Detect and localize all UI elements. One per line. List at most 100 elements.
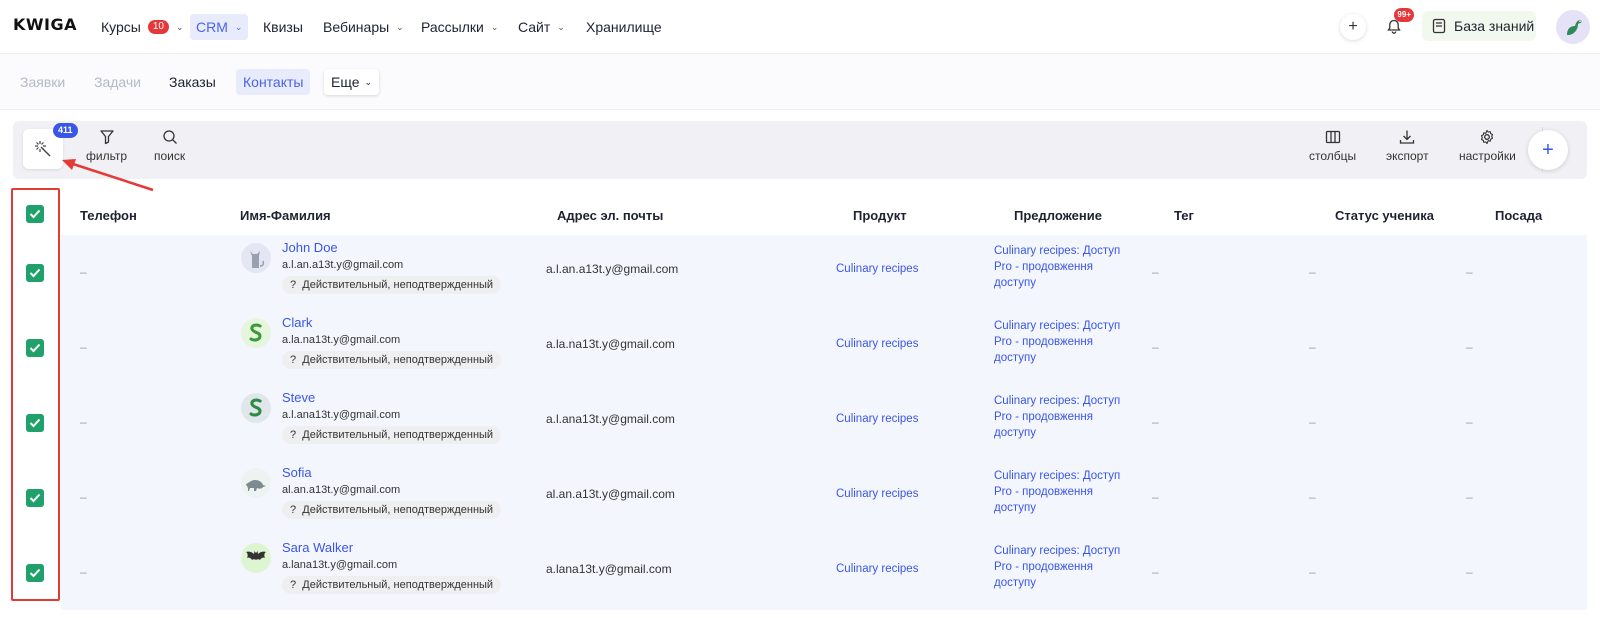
check-icon: [29, 493, 41, 503]
column-header-product[interactable]: Продукт: [853, 208, 907, 223]
column-header-student-status[interactable]: Статус ученика: [1335, 208, 1434, 223]
tag-cell: –: [1152, 415, 1159, 429]
offer-line: доступу: [994, 577, 1036, 589]
tag-cell: –: [1152, 265, 1159, 279]
product-link[interactable]: Culinary recipes: [836, 561, 918, 577]
nav-item-quizzes[interactable]: Квизы: [263, 14, 303, 40]
check-icon: [29, 418, 41, 428]
nav-item-storage[interactable]: Хранилище: [586, 14, 662, 40]
columns-button[interactable]: столбцы: [1309, 129, 1356, 163]
question-icon: ?: [290, 279, 297, 291]
chevron-down-icon: ⌄: [234, 22, 243, 32]
notifications-badge: 99+: [1394, 8, 1414, 22]
question-icon: ?: [290, 354, 297, 366]
nav-item-courses[interactable]: Курсы 10 ⌄: [101, 14, 184, 40]
row-checkbox[interactable]: [26, 264, 44, 282]
cat-icon: [250, 251, 265, 268]
gear-icon: [1481, 129, 1494, 145]
table-row[interactable]: – Steve a.l.ana13t.y@gmail.com ? Действи…: [61, 385, 1587, 460]
avatar: [241, 468, 271, 498]
email-status-badge: ? Действительный, неподтвержденный: [282, 276, 502, 294]
table-row[interactable]: – Sofia al.an.a13t.y@gmail.com ? Действи…: [61, 460, 1587, 535]
row-checkbox[interactable]: [26, 564, 44, 582]
nav-item-webinars[interactable]: Вебинары ⌄: [323, 14, 404, 40]
student-status-cell: –: [1309, 265, 1316, 279]
column-header-offer[interactable]: Предложение: [1014, 208, 1102, 223]
phone-cell: –: [80, 490, 87, 504]
row-checkbox[interactable]: [26, 489, 44, 507]
position-cell: –: [1466, 415, 1473, 429]
email-status-label: Действительный, неподтвержденный: [302, 279, 494, 291]
table-row[interactable]: – Clark a.la.na13t.y@gmail.com ? Действи…: [61, 310, 1587, 385]
offer-line: Culinary recipes: Доступ: [994, 470, 1121, 482]
logo[interactable]: KWIGA: [13, 15, 77, 34]
offer-line: Culinary recipes: Доступ: [994, 320, 1121, 332]
nav-item-site[interactable]: Сайт ⌄: [518, 14, 565, 40]
filter-button[interactable]: фильтр: [86, 129, 127, 163]
check-icon: [29, 343, 41, 353]
more-dropdown[interactable]: Еще ⌄: [324, 69, 380, 95]
product-link[interactable]: Culinary recipes: [836, 411, 918, 427]
row-checkbox[interactable]: [26, 339, 44, 357]
settings-button[interactable]: настройки: [1459, 129, 1516, 163]
contact-sub-email: a.l.ana13t.y@gmail.com: [282, 409, 401, 421]
phone-cell: –: [80, 340, 87, 354]
table-row[interactable]: – John Doe a.l.an.a13t.y@gmail.com ? Дей…: [61, 235, 1587, 310]
check-icon: [29, 568, 41, 578]
select-all-checkbox[interactable]: [26, 205, 44, 223]
product-link[interactable]: Culinary recipes: [836, 486, 918, 502]
column-header-tag[interactable]: Тег: [1174, 208, 1194, 223]
offer-line: Culinary recipes: Доступ: [994, 245, 1121, 257]
notifications-button[interactable]: 99+: [1381, 8, 1414, 40]
product-link[interactable]: Culinary recipes: [836, 261, 918, 277]
column-header-email[interactable]: Адрес эл. почты: [557, 208, 663, 223]
columns-label: столбцы: [1309, 149, 1357, 163]
question-icon: ?: [290, 429, 297, 441]
product-link[interactable]: Culinary recipes: [836, 336, 918, 352]
table-row[interactable]: – Sara Walker a.lana13t.y@gmail.com ? Де…: [61, 535, 1587, 610]
top-navigation: KWIGA Курсы 10 ⌄ CRM ⌄ Квизы Вебинары ⌄ …: [0, 0, 1600, 54]
contact-sub-email: a.la.na13t.y@gmail.com: [282, 334, 401, 346]
tab-orders[interactable]: Заказы: [162, 69, 223, 95]
contact-sub-email: al.an.a13t.y@gmail.com: [282, 484, 401, 496]
row-checkbox[interactable]: [26, 414, 44, 432]
export-button[interactable]: экспорт: [1386, 129, 1429, 163]
column-header-name[interactable]: Имя-Фамилия: [240, 208, 331, 223]
nav-item-label: Вебинары: [323, 19, 390, 35]
column-header-phone[interactable]: Телефон: [80, 208, 137, 223]
email-status-label: Действительный, неподтвержденный: [302, 579, 494, 591]
contact-name-link[interactable]: Sofia: [282, 465, 312, 480]
offer-line: Pro - продовження: [994, 486, 1093, 498]
position-cell: –: [1466, 565, 1473, 579]
offer-line: Culinary recipes: Доступ: [994, 545, 1121, 557]
add-contact-button[interactable]: +: [1528, 130, 1568, 170]
tab-contacts[interactable]: Контакты: [236, 69, 311, 95]
add-new-button[interactable]: +: [1340, 14, 1366, 40]
offer-line: Pro - продовження: [994, 261, 1093, 273]
nav-item-label: Курсы: [101, 19, 141, 35]
offer-link[interactable]: Culinary recipes: Доступ Pro - продовжен…: [994, 468, 1120, 516]
offer-link[interactable]: Culinary recipes: Доступ Pro - продовжен…: [994, 243, 1120, 291]
offer-link[interactable]: Culinary recipes: Доступ Pro - продовжен…: [994, 393, 1120, 441]
contact-name-link[interactable]: Sara Walker: [282, 540, 353, 555]
search-button[interactable]: поиск: [154, 129, 185, 163]
nav-item-crm[interactable]: CRM ⌄: [190, 14, 249, 40]
user-avatar[interactable]: [1556, 10, 1590, 44]
tab-tasks[interactable]: Задачи: [87, 69, 148, 95]
dinosaur-icon: [1567, 20, 1582, 35]
tab-requests[interactable]: Заявки: [13, 69, 72, 95]
contact-name-link[interactable]: Steve: [282, 390, 315, 405]
filter-label: фильтр: [86, 149, 128, 163]
email-cell: al.an.a13t.y@gmail.com: [546, 487, 675, 501]
magic-wand-icon: [35, 141, 51, 157]
nav-item-mailings[interactable]: Рассылки ⌄: [421, 14, 498, 40]
column-header-position[interactable]: Посада: [1495, 208, 1542, 223]
offer-link[interactable]: Culinary recipes: Доступ Pro - продовжен…: [994, 318, 1120, 366]
email-status-badge: ? Действительный, неподтвержденный: [282, 351, 502, 369]
contact-name-link[interactable]: John Doe: [282, 240, 338, 255]
offer-link[interactable]: Culinary recipes: Доступ Pro - продовжен…: [994, 543, 1120, 591]
contact-name-link[interactable]: Clark: [282, 315, 312, 330]
knowledge-base-button[interactable]: База знаний: [1422, 11, 1536, 41]
bulk-actions-button[interactable]: 411: [23, 123, 78, 169]
chevron-down-icon: ⌄: [175, 22, 184, 32]
